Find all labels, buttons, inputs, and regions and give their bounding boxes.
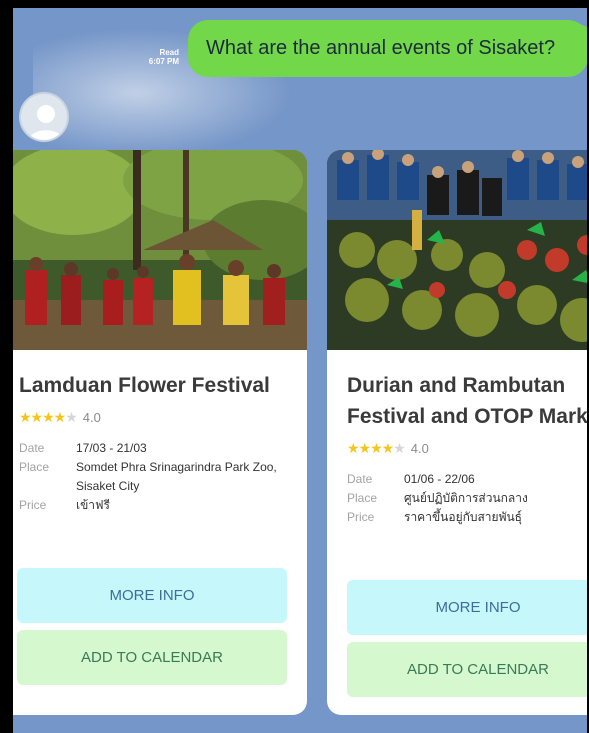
event-card: Durian and Rambutan Festival and OTOP Ma… bbox=[327, 150, 589, 715]
event-details: Durian and Rambutan Festival and OTOP Ma… bbox=[327, 350, 589, 527]
event-photo bbox=[327, 150, 589, 350]
place-label: Place bbox=[19, 460, 50, 474]
price-label: Price bbox=[347, 510, 375, 524]
user-message-text: What are the annual events of Sisaket? bbox=[206, 37, 556, 59]
date-label: Date bbox=[19, 441, 45, 455]
place-label: Place bbox=[347, 491, 378, 505]
event-details: Lamduan Flower Festival ★★★★★ 4.0 Date 1… bbox=[13, 350, 307, 515]
more-info-button[interactable]: MORE INFO bbox=[347, 580, 589, 635]
event-card: Lamduan Flower Festival ★★★★★ 4.0 Date 1… bbox=[13, 150, 307, 715]
price-value: เข้าฟรี bbox=[76, 498, 110, 512]
rating-value: 4.0 bbox=[82, 409, 101, 425]
event-info: Date 17/03 - 21/03 Place Somdet Phra Sri… bbox=[19, 439, 307, 515]
user-message-bubble: What are the annual events of Sisaket? bbox=[188, 20, 589, 77]
rating-value: 4.0 bbox=[410, 440, 429, 456]
star-rating-icon: ★★★★★ bbox=[19, 408, 78, 425]
more-info-button[interactable]: MORE INFO bbox=[17, 568, 287, 623]
price-label: Price bbox=[19, 498, 47, 512]
bot-avatar bbox=[19, 92, 69, 142]
price-value: ราคาขึ้นอยู่กับสายพันธุ์ bbox=[404, 510, 523, 524]
event-rating: ★★★★★ 4.0 bbox=[19, 409, 307, 425]
chat-background: Read 6:07 PM What are the annual events … bbox=[13, 8, 589, 733]
star-rating-icon: ★★★★★ bbox=[347, 439, 406, 456]
event-photo bbox=[13, 150, 307, 350]
event-title: Durian and Rambutan Festival and OTOP Ma… bbox=[347, 374, 589, 428]
event-title: Lamduan Flower Festival bbox=[19, 374, 270, 397]
date-label: Date bbox=[347, 472, 373, 486]
add-to-calendar-button[interactable]: ADD TO CALENDAR bbox=[347, 642, 589, 697]
date-value: 17/03 - 21/03 bbox=[76, 441, 147, 455]
place-value: Somdet Phra Srinagarindra Park Zoo, Sisa… bbox=[76, 460, 277, 493]
add-to-calendar-button[interactable]: ADD TO CALENDAR bbox=[17, 630, 287, 685]
read-time: 6:07 PM bbox=[148, 57, 179, 66]
read-status: Read bbox=[159, 48, 179, 57]
read-receipt: Read 6:07 PM bbox=[149, 48, 179, 66]
event-rating: ★★★★★ 4.0 bbox=[347, 440, 589, 456]
date-value: 01/06 - 22/06 bbox=[404, 472, 475, 486]
place-value: ศูนย์ปฏิบัติการส่วนกลาง bbox=[404, 491, 528, 505]
event-info: Date 01/06 - 22/06 Place ศูนย์ปฏิบัติการ… bbox=[347, 470, 589, 527]
